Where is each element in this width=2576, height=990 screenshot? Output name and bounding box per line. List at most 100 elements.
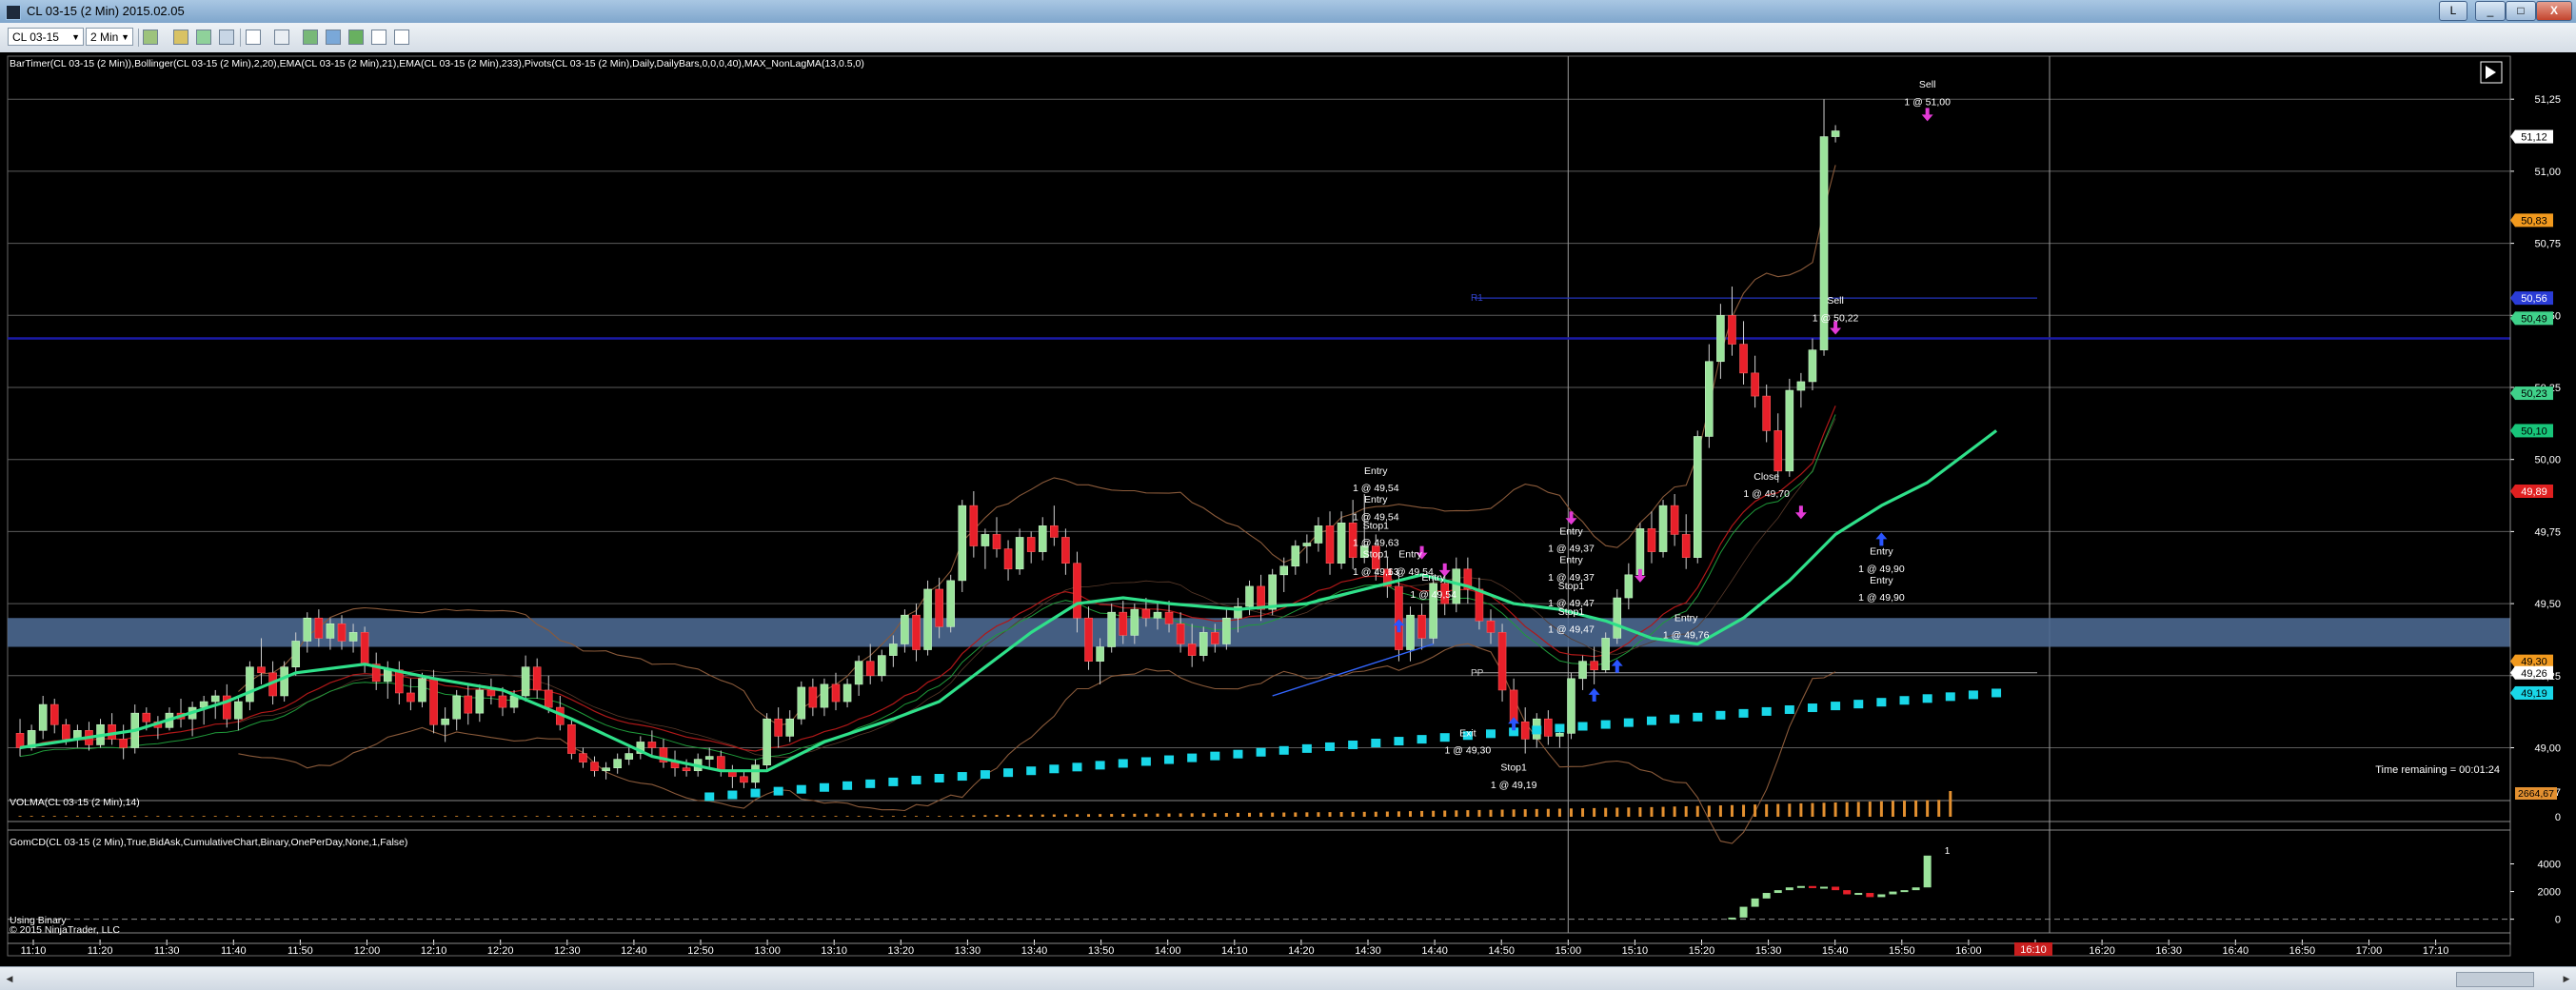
candle-body	[1061, 537, 1070, 564]
window-title: CL 03-15 (2 Min) 2015.02.05	[27, 4, 185, 18]
candle-body	[590, 762, 599, 772]
chart-area[interactable]: R1 PP Sell 1 @ 51,00 Sell 1 @ 50,22 Close 1 @ …	[0, 52, 2576, 966]
nonlag-ma-dot	[1003, 768, 1014, 778]
volume-bar	[742, 816, 745, 817]
volume-bar	[1294, 812, 1298, 817]
strategies-list-icon[interactable]	[348, 30, 364, 45]
nonlag-ma-dot	[1095, 761, 1105, 770]
scroll-right-icon[interactable]: ▶	[2561, 972, 2572, 985]
volume-bar	[306, 816, 309, 817]
candle[interactable]	[1429, 574, 1437, 644]
candle[interactable]	[1497, 624, 1507, 703]
close-button[interactable]: X	[2536, 1, 2572, 21]
trade-label: 1 @ 51,00	[1904, 96, 1951, 108]
candle[interactable]	[1658, 500, 1668, 558]
volume-bar	[719, 816, 723, 817]
volume-bar	[432, 816, 436, 817]
volume-bar	[593, 816, 597, 817]
volume-bar	[1259, 812, 1263, 817]
candle[interactable]	[1395, 574, 1403, 662]
volume-bar	[524, 816, 527, 817]
interval-selector[interactable]: 2 Min ▼	[86, 28, 133, 46]
crosshair-icon[interactable]	[246, 30, 261, 45]
candle[interactable]	[1567, 672, 1575, 740]
nonlag-ma-dot	[980, 770, 990, 780]
cd-bar	[1832, 886, 1840, 891]
bar-type-icon[interactable]	[143, 30, 158, 45]
volume-bar	[1546, 808, 1550, 817]
scrollbar-thumb[interactable]	[2456, 972, 2534, 987]
cd-bar	[1739, 906, 1748, 918]
candle-body	[360, 632, 369, 664]
time-tick-label: 11:10	[21, 945, 47, 957]
candle-body	[717, 756, 725, 772]
time-tick-label: 14:00	[1155, 945, 1181, 957]
properties-icon[interactable]	[303, 30, 318, 45]
indicators-list-icon[interactable]	[326, 30, 341, 45]
volume-bar	[408, 816, 412, 817]
candle[interactable]	[797, 681, 806, 725]
candle-body	[1762, 395, 1771, 431]
horizontal-scrollbar[interactable]: ◀ ▶	[0, 966, 2576, 990]
candle-body	[912, 614, 921, 650]
scroll-left-icon[interactable]: ◀	[4, 972, 15, 985]
volume-bar	[512, 816, 516, 817]
volume-bar	[30, 816, 33, 817]
maximize-button[interactable]: □	[2506, 1, 2536, 21]
volume-bar	[868, 816, 872, 817]
volume-bar	[639, 816, 643, 817]
trade-label: Sell	[1827, 295, 1844, 307]
zoom-icon[interactable]	[274, 30, 289, 45]
candle[interactable]	[1693, 430, 1702, 564]
indicator-icon[interactable]	[196, 30, 211, 45]
sub-window-button[interactable]: L	[2439, 1, 2467, 21]
instrument-selector[interactable]: CL 03-15 ▼	[8, 28, 84, 46]
nonlag-ma-dot	[1853, 700, 1864, 709]
candle[interactable]	[1785, 378, 1794, 477]
chart-trader-icon[interactable]	[394, 30, 409, 45]
candle[interactable]	[763, 713, 771, 771]
trade-label: Stop1	[1500, 762, 1527, 774]
volume-bar	[914, 816, 918, 817]
candle[interactable]	[923, 580, 932, 656]
time-tick-label: 14:40	[1421, 945, 1448, 957]
volume-bar	[1535, 808, 1538, 817]
volume-bar	[1477, 809, 1481, 817]
nonlag-ma-dot	[1623, 718, 1634, 727]
candle-body	[865, 661, 875, 677]
candle[interactable]	[946, 574, 956, 633]
trade-label: 1 @ 49,47	[1548, 624, 1595, 635]
time-tick-label: 13:50	[1088, 945, 1115, 957]
candle[interactable]	[958, 500, 967, 592]
cd-marker-label: 1	[1945, 846, 1951, 857]
nonlag-ma-dot	[1140, 757, 1151, 766]
candle[interactable]	[567, 719, 576, 760]
volume-bar	[1087, 814, 1091, 817]
volume-bar	[616, 816, 620, 817]
volume-bar	[1673, 806, 1676, 817]
candle-body	[1497, 632, 1507, 691]
candle-body	[969, 505, 979, 546]
candle-body	[624, 753, 634, 760]
nonlag-ma-dot	[1807, 703, 1817, 713]
trade-label: Entry	[1364, 465, 1388, 477]
candle-body	[751, 764, 760, 783]
draw-tool-icon[interactable]	[173, 30, 188, 45]
volume-bar	[1776, 803, 1780, 817]
trade-label: 1 @ 49,19	[1491, 780, 1537, 791]
price-badge-label: 51,12	[2521, 132, 2547, 144]
candle-body	[831, 683, 841, 703]
candle-body	[1520, 721, 1530, 740]
candle[interactable]	[1601, 632, 1610, 673]
volume-bar	[1868, 802, 1872, 817]
strategy-icon[interactable]	[219, 30, 234, 45]
volume-bar	[891, 816, 895, 817]
minimize-button[interactable]: _	[2475, 1, 2506, 21]
trade-label: Entry	[1674, 612, 1698, 624]
candle-body	[108, 723, 116, 740]
data-box-icon[interactable]	[371, 30, 386, 45]
volume-bar	[1305, 812, 1309, 817]
candle[interactable]	[280, 661, 288, 703]
nonlag-ma-dot	[1072, 762, 1082, 772]
trade-arrow-shaft	[1925, 108, 1930, 116]
